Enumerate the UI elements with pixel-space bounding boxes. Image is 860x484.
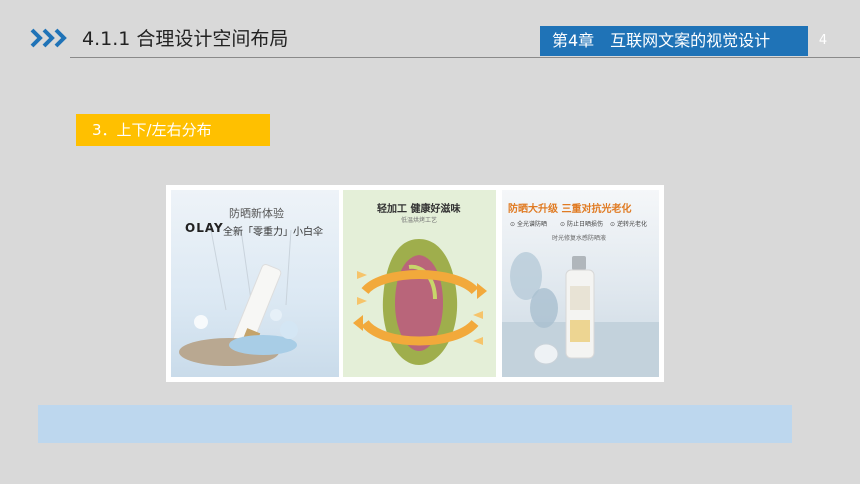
panel-3-feature-3: ⊙ 逆转光老化 bbox=[610, 221, 647, 228]
panel-3-subheading: 时光修复水感防晒液 bbox=[552, 235, 607, 242]
pistachio-illustration bbox=[353, 239, 487, 365]
panel-3-feature-1: ⊙ 全光谱防晒 bbox=[510, 221, 547, 228]
ad-image-gallery: 防晒新体验 OLAY 全新「零重力」小白伞 轻加工 健康好滋味 低温烘烤工艺 防… bbox=[166, 185, 664, 382]
chapter-title: 第4章 互联网文案的视觉设计 bbox=[540, 26, 808, 56]
panel-2-heading: 轻加工 健康好滋味 bbox=[377, 204, 461, 215]
ad-panel-anti-aging: 防晒大升级 三重对抗光老化 ⊙ 全光谱防晒 ⊙ 防止日晒损伤 ⊙ 逆转光老化 时… bbox=[502, 190, 659, 377]
panel-3-feature-2: ⊙ 防止日晒损伤 bbox=[560, 221, 603, 228]
panel-2-subheading: 低温烘烤工艺 bbox=[401, 217, 438, 224]
section-title: 4.1.1 合理设计空间布局 bbox=[82, 28, 289, 50]
ad-panel-sunscreen: 防晒新体验 OLAY 全新「零重力」小白伞 bbox=[171, 190, 339, 377]
subheading-label: 3．上下/左右分布 bbox=[76, 114, 270, 146]
panel-1-tagline: 全新「零重力」小白伞 bbox=[223, 227, 323, 238]
caption-bar bbox=[38, 405, 792, 443]
panel-3-heading: 防晒大升级 三重对抗光老化 bbox=[508, 204, 632, 215]
page-number: 4 bbox=[818, 33, 828, 48]
ad-panel-pistachio: 轻加工 健康好滋味 低温烘烤工艺 bbox=[343, 190, 496, 377]
bottle-illustration bbox=[502, 252, 659, 377]
olay-logo: OLAY bbox=[185, 221, 224, 235]
panel-1-heading: 防晒新体验 bbox=[229, 207, 284, 220]
header-divider bbox=[70, 57, 860, 58]
chevrons-icon bbox=[30, 28, 67, 48]
